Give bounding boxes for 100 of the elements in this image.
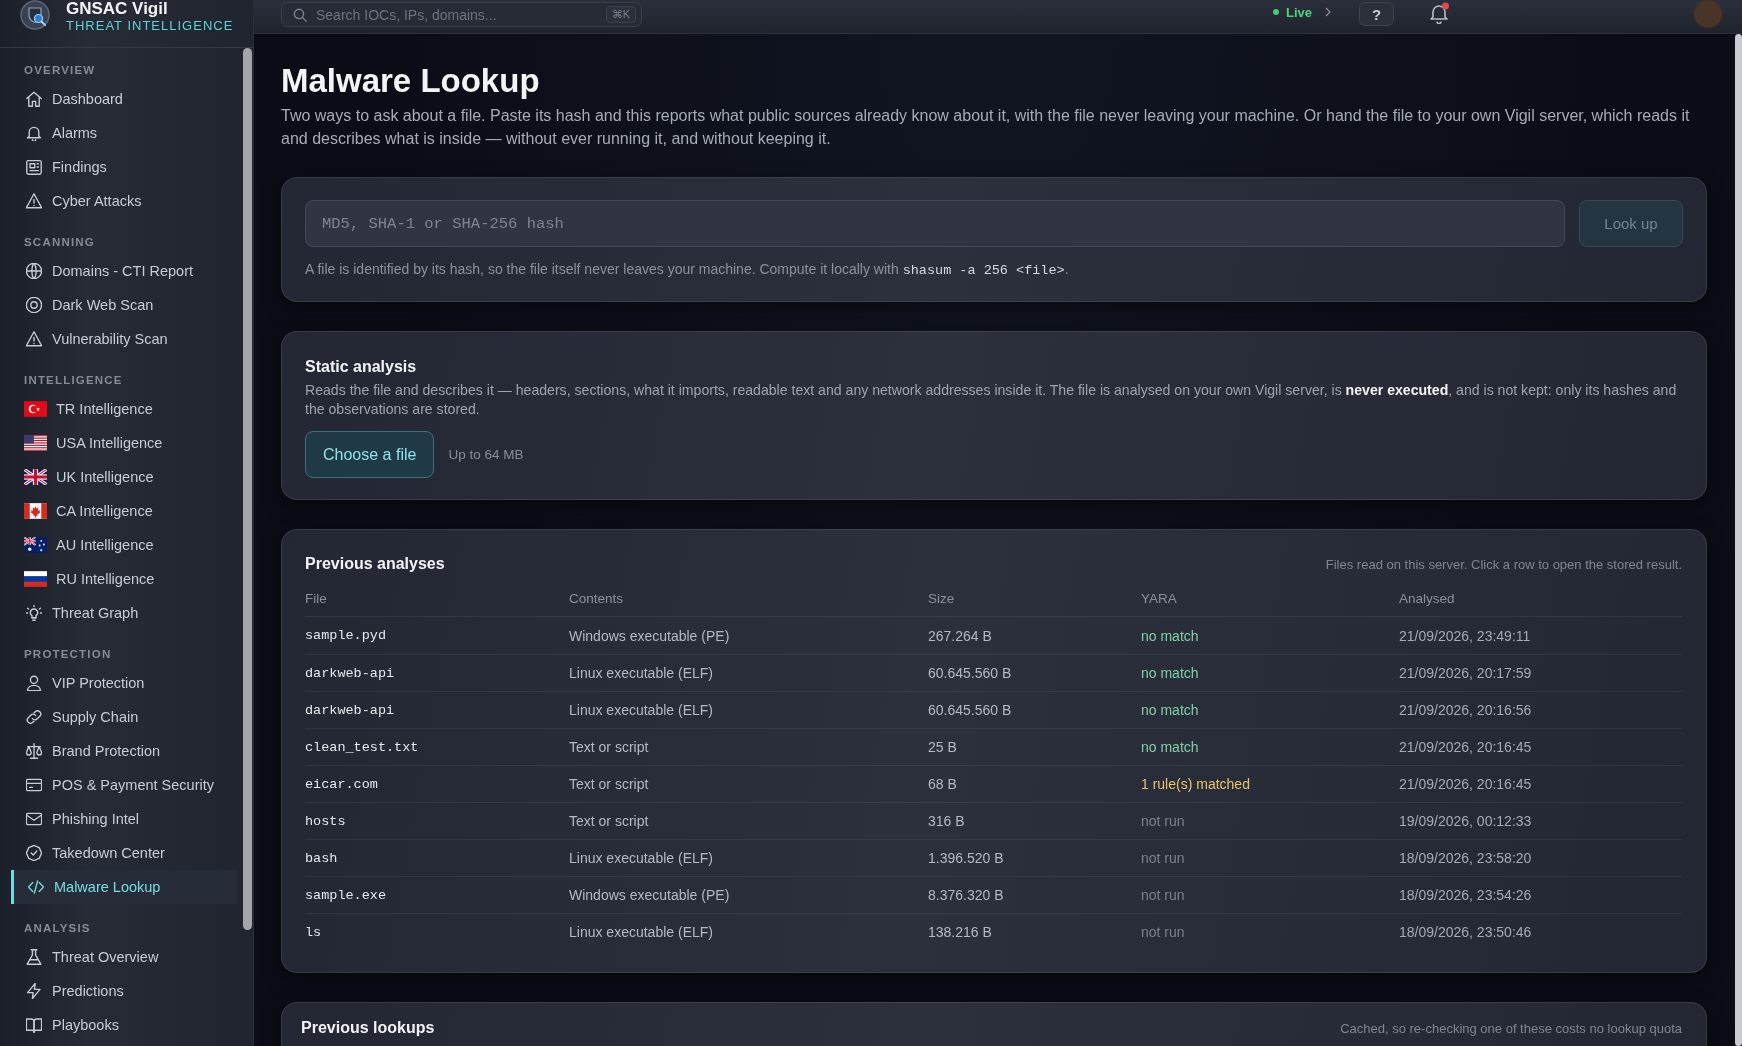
table-row[interactable]: darkweb-api Linux executable (ELF) 60.645.560 B no match 21/09/2026, 20:17:59 — [305, 654, 1682, 691]
table-cell: 68 B — [928, 776, 957, 792]
table-cell: Linux executable (ELF) — [569, 924, 713, 940]
table-cell: Linux executable (ELF) — [569, 702, 713, 718]
table-row[interactable]: bash Linux executable (ELF) 1.396.520 B not run 18/09/2026, 23:58:20 — [305, 839, 1682, 876]
table-row[interactable]: eicar.com Text or script 68 B 1 rule(s) matched 21/09/2026, 20:16:45 — [305, 765, 1682, 802]
newspaper-icon — [26, 159, 42, 175]
sidebar-item[interactable]: Domains - CTI Report — [11, 254, 237, 288]
sidebar-item[interactable]: TR Intelligence — [11, 392, 237, 426]
russian-flag-icon — [24, 571, 47, 587]
sidebar-item[interactable]: Cyber Attacks — [11, 184, 237, 218]
mail-icon — [26, 811, 42, 827]
sidebar-item[interactable]: UK Intelligence — [11, 460, 237, 494]
table-cell: 267.264 B — [928, 627, 992, 644]
uk-flag-icon — [24, 469, 47, 485]
table-cell: 8.376.320 B — [928, 887, 1004, 903]
sidebar-item[interactable]: Takedown Center — [11, 836, 237, 870]
yara-result: 1 rule(s) matched — [1141, 776, 1250, 792]
sidebar-item[interactable]: AU Intelligence — [11, 528, 237, 562]
turkish-flag-icon — [24, 401, 47, 417]
avatar-icon[interactable] — [1694, 0, 1722, 28]
chevron-right-icon — [1325, 7, 1331, 17]
sidebar-item[interactable]: USA Intelligence — [11, 426, 237, 460]
table-cell: darkweb-api — [305, 665, 395, 681]
yara-result: no match — [1141, 702, 1199, 718]
table-row[interactable]: sample.exe Windows executable (PE) 8.376.320 B not run 18/09/2026, 23:54:26 — [305, 876, 1682, 913]
sidebar-item[interactable]: POS & Payment Security — [11, 768, 237, 802]
code-icon — [28, 879, 44, 895]
table-cell: 1.396.520 B — [928, 850, 1004, 866]
yara-result: no match — [1141, 665, 1199, 681]
table-cell: clean_test.txt — [305, 739, 419, 755]
brand-subtitle: THREAT INTELLIGENCE — [66, 18, 234, 34]
table-cell: Text or script — [569, 776, 649, 792]
sidebar-item[interactable]: Supply Chain — [11, 700, 237, 734]
sidebar-item[interactable]: VIP Protection — [11, 666, 237, 700]
table-cell: 60.645.560 B — [928, 665, 1012, 681]
warning-icon — [26, 193, 42, 209]
warning-icon — [26, 331, 42, 347]
table-cell: Text or script — [569, 813, 649, 829]
sidebar-item[interactable]: Findings — [11, 150, 237, 184]
table-cell: darkweb-api — [305, 702, 395, 718]
page-description: Two ways to ask about a file. Paste its hash and this reports what public sources already know about it, with the file never leaving your machine. Or hand the file to your own Vigil server, which reads it and describes what is inside — without ever running it, and without keeping it. — [281, 106, 1691, 149]
sidebar-item[interactable]: Dashboard — [11, 82, 237, 116]
table-row[interactable]: sample.pyd Windows executable (PE) 267.264 B no match 21/09/2026, 23:49:11 — [305, 617, 1682, 654]
sidebar-item[interactable]: Threat Overview — [11, 940, 237, 974]
check-badge-icon — [26, 845, 42, 861]
globe-icon — [26, 263, 42, 279]
sidebar-item[interactable]: Threat Graph — [11, 596, 237, 630]
section-heading: PROTECTION — [24, 647, 112, 661]
table-row[interactable]: darkweb-api Linux executable (ELF) 60.645.560 B no match 21/09/2026, 20:16:56 — [305, 691, 1682, 728]
sidebar-item[interactable]: Predictions — [11, 974, 237, 1008]
column-header: Contents — [569, 590, 624, 606]
lightning-icon — [26, 983, 42, 999]
hash-input[interactable]: MD5, SHA-1 or SHA-256 hash — [305, 200, 1565, 247]
sidebar-item[interactable]: Playbooks — [11, 1008, 237, 1042]
table-cell: eicar.com — [305, 776, 378, 792]
table-cell: Windows executable (PE) — [569, 627, 730, 644]
scrollbar-thumb[interactable] — [243, 48, 252, 930]
yara-result: no match — [1141, 739, 1199, 755]
scale-icon — [26, 743, 42, 759]
sidebar-item[interactable]: Vulnerability Scan — [11, 322, 237, 356]
table-cell: Windows executable (PE) — [569, 887, 730, 903]
canadian-flag-icon — [24, 503, 47, 519]
sidebar-item[interactable]: RU Intelligence — [11, 562, 237, 596]
table-cell: 21/09/2026, 20:16:56 — [1399, 702, 1532, 718]
australian-flag-icon — [24, 537, 47, 553]
table-row[interactable]: hosts Text or script 316 B not run 19/09/2026, 00:12:33 — [305, 802, 1682, 839]
section-heading: SCANNING — [24, 235, 95, 249]
live-status-button[interactable]: Live — [1269, 2, 1335, 22]
sidebar-item[interactable]: Dark Web Scan — [11, 288, 237, 322]
shortcut-key: ⌘K — [605, 6, 636, 23]
column-header: YARA — [1141, 590, 1177, 606]
bell-icon — [26, 125, 42, 141]
card-note: Files read on this server. Click a row to open the stored result. — [1325, 556, 1682, 572]
card-note: Cached, so re-checking one of these costs no lookup quota — [1340, 1020, 1682, 1036]
table-cell: ls — [305, 924, 322, 940]
table-cell: 18/09/2026, 23:54:26 — [1399, 887, 1532, 903]
scrollbar-thumb[interactable] — [1735, 34, 1742, 1046]
sidebar-item[interactable]: Malware Lookup — [11, 870, 237, 904]
search-icon — [293, 7, 307, 22]
table-cell: Linux executable (ELF) — [569, 665, 713, 681]
sidebar-item[interactable]: Alarms — [11, 116, 237, 150]
table-row[interactable]: ls Linux executable (ELF) 138.216 B not run 18/09/2026, 23:50:46 — [305, 913, 1682, 950]
link-icon — [26, 709, 42, 725]
table-cell: sample.exe — [305, 887, 386, 903]
size-limit-text: Up to 64 MB — [448, 447, 524, 462]
choose-file-button[interactable]: Choose a file — [305, 431, 435, 478]
table-row[interactable]: clean_test.txt Text or script 25 B no match 21/09/2026, 20:16:45 — [305, 728, 1682, 765]
sidebar-item[interactable]: CA Intelligence — [11, 494, 237, 528]
help-button[interactable]: ? — [1359, 2, 1394, 26]
table-cell: 25 B — [928, 739, 957, 755]
user-icon — [26, 675, 42, 691]
home-icon — [26, 91, 42, 107]
sidebar-item[interactable]: Phishing Intel — [11, 802, 237, 836]
us-flag-icon — [24, 435, 47, 451]
table-cell: sample.pyd — [305, 628, 386, 643]
sidebar-item[interactable]: Brand Protection — [11, 734, 237, 768]
notification-bell-icon[interactable] — [1428, 2, 1450, 24]
table-cell: 21/09/2026, 20:16:45 — [1399, 776, 1532, 792]
lightbulb-icon — [26, 605, 42, 621]
